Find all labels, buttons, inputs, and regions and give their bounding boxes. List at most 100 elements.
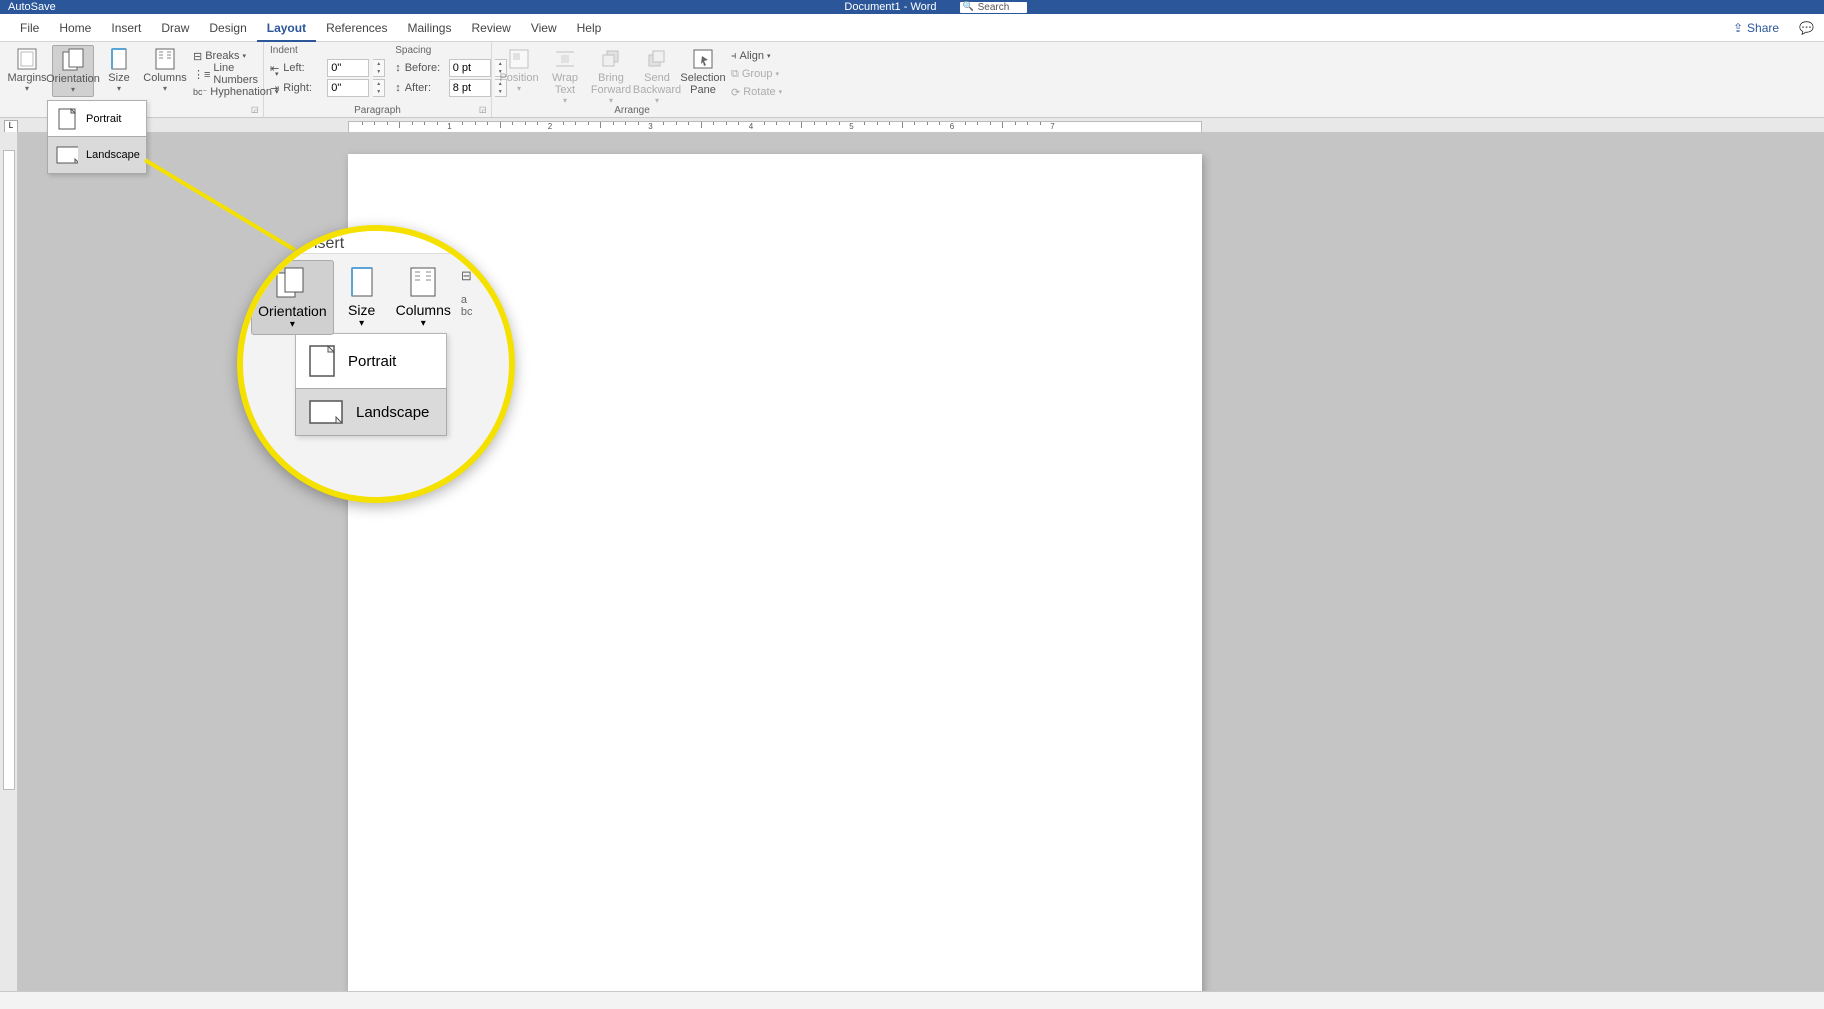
columns-icon	[153, 47, 177, 71]
mag-columns-label: Columns	[396, 302, 451, 318]
indent-left-input[interactable]	[327, 59, 369, 77]
orientation-portrait-item[interactable]: Portrait	[48, 101, 146, 137]
mag-tab-home-partial: ome	[253, 235, 284, 253]
bring-forward-label: Bring Forward	[591, 72, 631, 96]
mag-tab-insert: Insert	[304, 235, 344, 253]
position-label: Position	[499, 72, 538, 84]
search-box[interactable]: Search	[960, 2, 1028, 13]
chevron-down-icon: ▾	[25, 84, 29, 93]
portrait-page-icon	[56, 107, 78, 131]
indent-right-spinner[interactable]: ▲▼	[373, 79, 385, 97]
align-button[interactable]: ⫞Align▾	[728, 47, 785, 65]
columns-label: Columns	[143, 72, 186, 84]
rotate-button[interactable]: ⟳Rotate▾	[728, 83, 785, 101]
margins-icon	[15, 47, 39, 71]
tab-layout[interactable]: Layout	[257, 14, 316, 42]
chevron-down-icon: ▾	[163, 84, 167, 93]
bring-forward-icon	[599, 47, 623, 71]
send-backward-label: Send Backward	[633, 72, 681, 96]
indent-right-icon: ⇥	[270, 82, 279, 95]
spacing-heading: Spacing	[395, 45, 507, 56]
orientation-icon	[61, 48, 85, 72]
chevron-down-icon: ▾	[71, 85, 75, 94]
size-button[interactable]: Size ▾	[98, 45, 140, 95]
columns-button[interactable]: Columns ▾	[144, 45, 186, 95]
mag-portrait-label: Portrait	[348, 353, 396, 370]
breaks-label: Breaks	[205, 50, 239, 62]
mag-size-label: Size	[348, 302, 375, 318]
autosave-label: AutoSave	[8, 1, 56, 13]
group-objects-label: Group	[742, 68, 773, 80]
spacing-after-icon: ↕	[395, 82, 401, 94]
tab-review[interactable]: Review	[461, 14, 520, 42]
selection-pane-icon	[691, 47, 715, 71]
status-bar	[0, 991, 1824, 1009]
selection-pane-button[interactable]: Selection Pane	[682, 45, 724, 98]
ribbon: Margins ▾ Orientation ▾ Size ▾	[0, 42, 1824, 118]
mag-orientation-label: Orientation	[258, 303, 326, 319]
ribbon-tabs: File Home Insert Draw Design Layout Refe…	[0, 14, 1824, 42]
vertical-ruler[interactable]	[3, 150, 15, 790]
wrap-text-button[interactable]: Wrap Text▾	[544, 45, 586, 107]
paragraph-launcher[interactable]: ◲	[479, 105, 489, 115]
share-label: Share	[1747, 21, 1779, 35]
tab-mailings[interactable]: Mailings	[397, 14, 461, 42]
bring-forward-button[interactable]: Bring Forward▾	[590, 45, 632, 107]
tab-help[interactable]: Help	[567, 14, 612, 42]
mag-abc-partial: abc	[461, 294, 473, 318]
indent-left-icon: ⇤	[270, 62, 279, 75]
align-icon: ⫞	[731, 50, 737, 63]
share-icon: ⇪	[1733, 21, 1743, 35]
align-label: Align	[740, 50, 764, 62]
spacing-after-label: After:	[405, 82, 445, 94]
size-icon	[107, 47, 131, 71]
tab-insert[interactable]: Insert	[101, 14, 151, 42]
mag-breaks-partial: ⊟	[461, 268, 473, 284]
document-title: Document1 - Word	[844, 1, 936, 13]
tab-design[interactable]: Design	[199, 14, 256, 42]
wrap-text-label: Wrap Text	[552, 72, 578, 96]
orientation-portrait-label: Portrait	[86, 113, 121, 125]
tab-references[interactable]: References	[316, 14, 397, 42]
group-paragraph: Indent ⇤ Left: ▲▼ ⇥ Right: ▲▼ Spacing ↕	[264, 42, 492, 117]
position-button[interactable]: Position▾	[498, 45, 540, 95]
title-bar: AutoSave Document1 - Word Search	[0, 0, 1824, 14]
indent-right-label: Right:	[283, 82, 323, 94]
breaks-icon: ⊟	[193, 50, 202, 63]
page-setup-launcher[interactable]: ◲	[251, 105, 261, 115]
mag-size-icon	[344, 264, 380, 300]
mag-landscape-item: Landscape	[295, 388, 447, 436]
mag-columns-icon	[405, 264, 441, 300]
indent-right-input[interactable]	[327, 79, 369, 97]
spacing-before-input[interactable]	[449, 59, 491, 77]
comments-button[interactable]: 💬	[1799, 21, 1814, 35]
share-button[interactable]: ⇪ Share	[1733, 21, 1779, 35]
landscape-page-icon	[56, 143, 78, 167]
mag-columns-button: Columns ▾	[390, 260, 457, 335]
mag-orientation-dropdown: Portrait Landscape	[295, 333, 447, 436]
chevron-down-icon: ▾	[242, 52, 246, 60]
paragraph-group-label: Paragraph	[264, 105, 491, 116]
indent-left-label: Left:	[283, 62, 323, 74]
size-label: Size	[108, 72, 129, 84]
tab-draw[interactable]: Draw	[151, 14, 199, 42]
mag-size-button: Size ▾	[338, 260, 386, 335]
spacing-after-input[interactable]	[449, 79, 491, 97]
hyphenation-label: Hyphenation	[210, 86, 272, 98]
send-backward-button[interactable]: Send Backward▾	[636, 45, 678, 107]
arrange-group-label: Arrange	[492, 105, 772, 116]
mag-landscape-label: Landscape	[356, 404, 429, 421]
chevron-down-icon: ▾	[117, 84, 121, 93]
margins-button[interactable]: Margins ▾	[6, 45, 48, 95]
tab-file[interactable]: File	[10, 14, 49, 42]
indent-left-spinner[interactable]: ▲▼	[373, 59, 385, 77]
hyphenation-icon: bc⁻	[193, 87, 207, 98]
tab-home[interactable]: Home	[49, 14, 101, 42]
wrap-text-icon	[553, 47, 577, 71]
group-objects-button[interactable]: ⧉Group▾	[728, 65, 785, 83]
mag-portrait-item: Portrait	[296, 334, 446, 389]
spacing-before-label: Before:	[405, 62, 445, 74]
orientation-button[interactable]: Orientation ▾	[52, 45, 94, 97]
position-icon	[507, 47, 531, 71]
tab-view[interactable]: View	[521, 14, 567, 42]
